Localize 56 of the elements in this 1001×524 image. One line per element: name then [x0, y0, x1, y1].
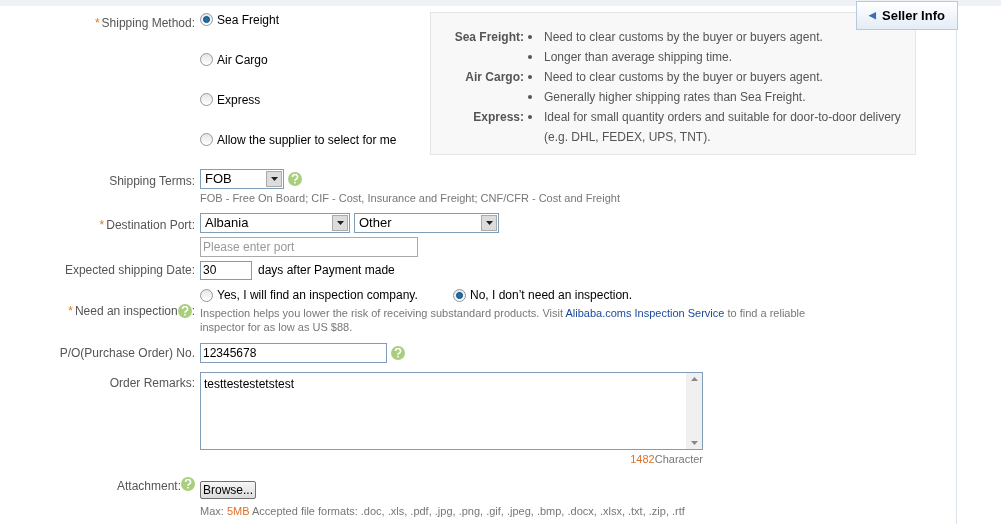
field-label: * Shipping Method:: [94, 16, 195, 30]
field-label: * Destination Port:: [99, 217, 195, 232]
remarks-textarea[interactable]: testtestestetstest: [200, 371, 703, 450]
help-icon[interactable]: [177, 303, 192, 318]
bullet-icon: [528, 35, 532, 39]
field-label: Expected shipping Date:: [64, 263, 195, 277]
scroll-down-icon[interactable]: [690, 440, 698, 445]
port-select[interactable]: Other: [354, 212, 499, 233]
info-text: Ideal for small quantity orders and suitable for door-to-door delivery (e.g. DHL, FEDEX, UPS, TNT).: [543, 109, 902, 146]
radio-label: Express: [217, 91, 261, 109]
help-icon[interactable]: [288, 172, 302, 186]
seller-info-button[interactable]: ◀ Seller Info: [856, 1, 958, 30]
radio-button[interactable]: [200, 93, 213, 106]
field-label: Order Remarks:: [109, 375, 195, 390]
bullet-icon: [528, 95, 532, 99]
field-label: P/O(Purchase Order) No.: [59, 345, 195, 360]
help-icon[interactable]: [181, 477, 195, 491]
country-select[interactable]: Albania: [200, 212, 350, 233]
info-text: Longer than average shipping time.: [543, 49, 734, 66]
bullet-icon: [528, 115, 532, 119]
days-input-field[interactable]: 30: [200, 260, 252, 280]
radio-label: Allow the supplier to select for me: [217, 131, 397, 149]
radio-button[interactable]: [200, 13, 213, 26]
scroll-up-icon[interactable]: [690, 376, 698, 381]
info-text: Need to clear customs by the buyer or buyers agent.: [543, 29, 824, 46]
po-number-field[interactable]: 12345678: [200, 342, 387, 363]
radio-button[interactable]: [200, 53, 213, 66]
info-text: Need to clear customs by the buyer or buyers agent.: [543, 69, 824, 86]
days-suffix: days after Payment made: [258, 262, 395, 279]
field-label: * Need an inspection: [68, 302, 178, 320]
radio-label: Yes, I will find an inspection company.: [217, 287, 418, 304]
info-term: Express:: [473, 110, 524, 124]
scrollbar[interactable]: [686, 372, 702, 449]
info-term: Sea Freight:: [454, 30, 524, 44]
info-term: Air Cargo:: [465, 70, 524, 84]
shipping-terms-select[interactable]: FOB: [200, 169, 284, 189]
radio-button[interactable]: [453, 288, 466, 302]
hint-text: FOB - Free On Board; CIF - Cost, Insurance and Freight; CNF/CFR - Cost and Freight: [200, 191, 620, 206]
help-icon[interactable]: [391, 345, 405, 360]
radio-button[interactable]: [200, 288, 213, 302]
radio-label: Sea Freight: [217, 11, 280, 29]
field-label: Attachment:: [116, 478, 181, 495]
port-input-field[interactable]: Please enter port: [200, 236, 418, 257]
inspection-service-link[interactable]: Alibaba.coms Inspection Service: [565, 306, 725, 319]
info-text: Generally higher shipping rates than Sea Freight.: [543, 89, 807, 106]
inspection-help-text: Inspection helps you lower the risk of receiving substandard products. Visit Alibaba.coms Inspection Service to find a reliable inspector for as low as US $88.: [200, 305, 807, 334]
radio-button[interactable]: [200, 133, 213, 146]
character-count: 1482Character: [629, 451, 703, 467]
radio-label: Air Cargo: [217, 51, 268, 69]
browse-button[interactable]: Browse...: [200, 481, 256, 499]
bullet-icon: [528, 55, 532, 59]
field-label: Shipping Terms:: [109, 174, 195, 188]
radio-label: No, I don’t need an inspection.: [470, 287, 633, 304]
file-format-note: Max: 5MB Accepted file formats: .doc, .xls, .pdf, .jpg, .png, .gif, .jpeg, .bmp, .docx, .xlsx, .txt, .zip, .rtf: [200, 504, 685, 519]
bullet-icon: [528, 75, 532, 79]
label-colon: :: [191, 302, 195, 320]
